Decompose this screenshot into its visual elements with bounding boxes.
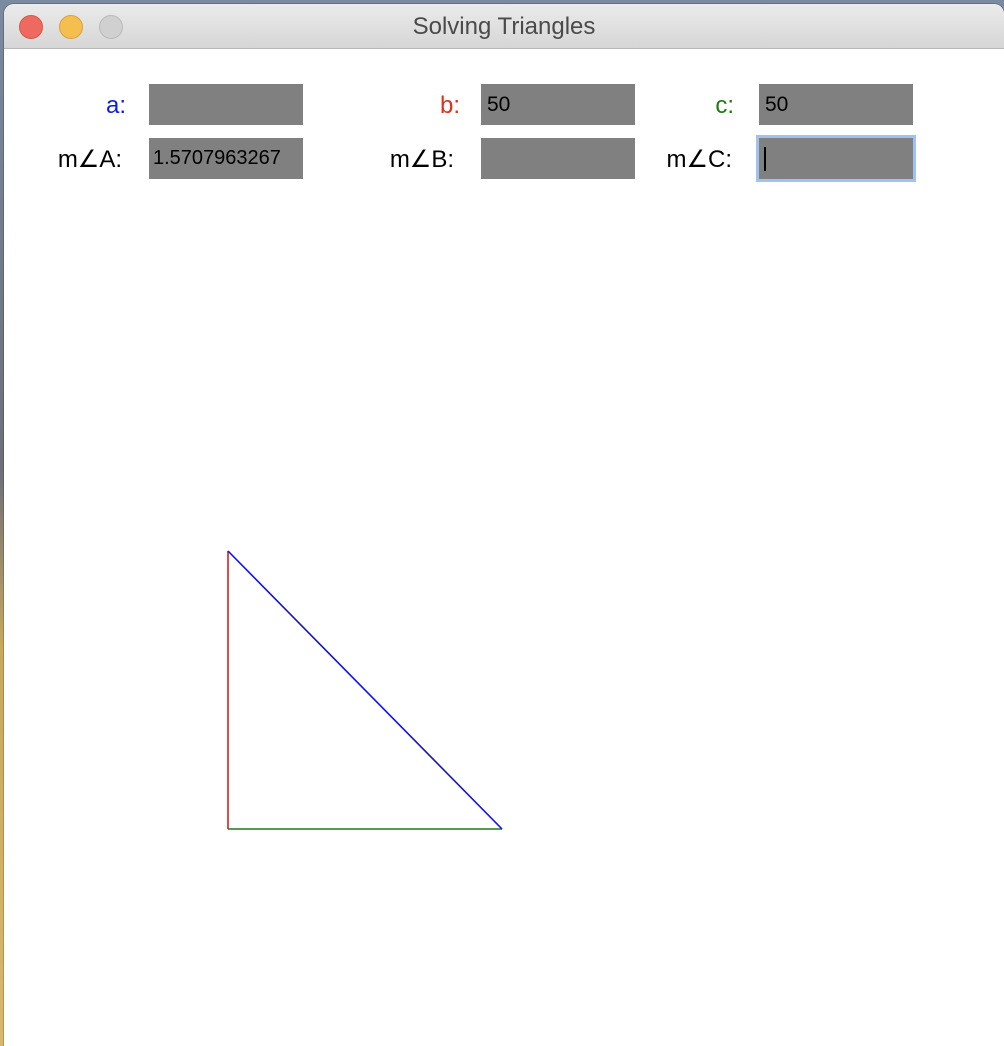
side-a-line (227, 550, 503, 830)
app-window: Solving Triangles a: b: c: m∠A: m∠B: m∠C… (4, 4, 1004, 1046)
main-content: a: b: c: m∠A: m∠B: m∠C: (4, 49, 1004, 1046)
window-title: Solving Triangles (412, 13, 596, 40)
triangle-canvas (227, 550, 503, 830)
title-bar[interactable]: Solving Triangles (4, 4, 1004, 49)
